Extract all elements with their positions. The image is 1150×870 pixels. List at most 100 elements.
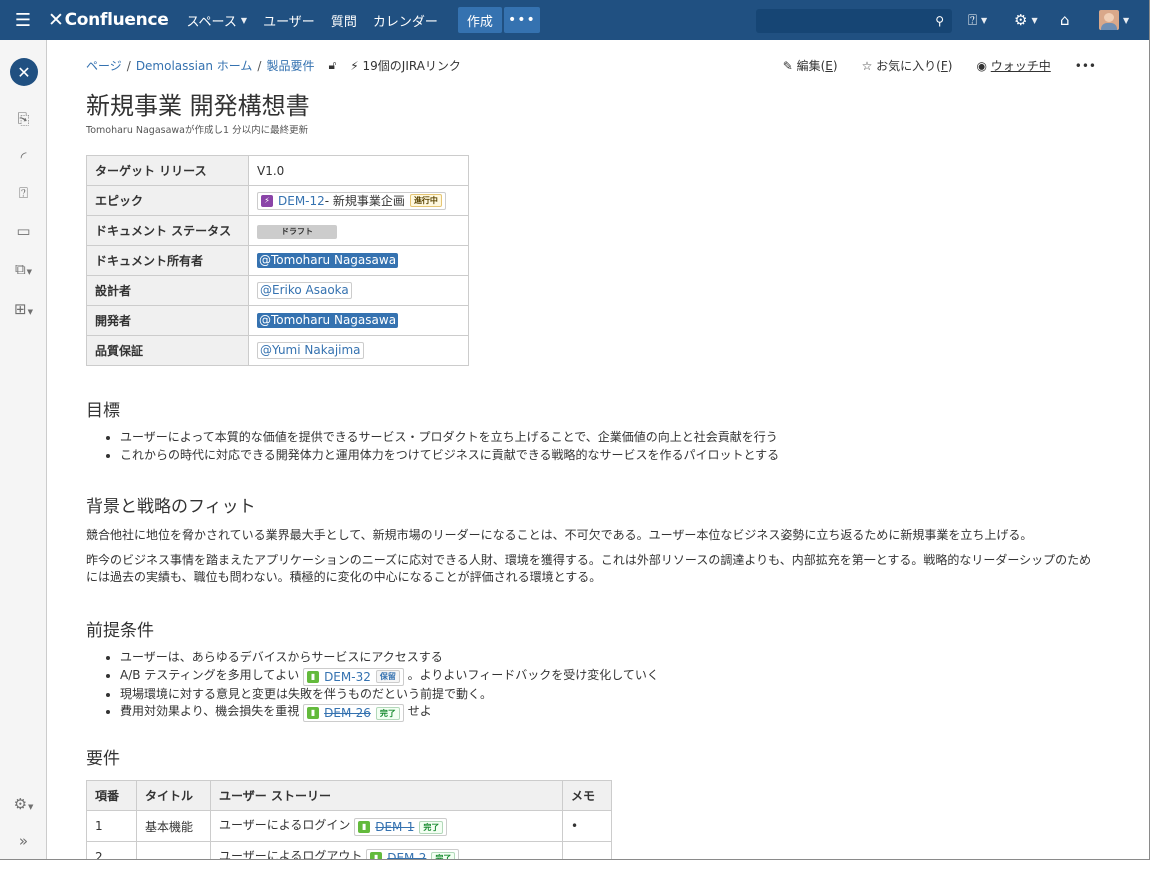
status-badge: 完了	[431, 851, 456, 859]
questions-icon[interactable]: ⍰	[0, 184, 47, 202]
table-row: 1 基本機能 ユーザーによるログイン ▮ DEM-1 完了 •	[86, 810, 612, 842]
create-more-button[interactable]: •••	[503, 7, 540, 33]
breadcrumb: ページ / Demolassian ホーム / 製品要件 🔓︎ ⚡︎ 19個のJ…	[86, 57, 461, 74]
breadcrumb-item[interactable]: 製品要件	[266, 57, 314, 74]
goals-list: ユーザーによって本質的な価値を提供できるサービス・プロダクトを立ち上げることで、…	[120, 429, 779, 464]
status-badge: 進行中	[409, 194, 442, 207]
column-header: 項番	[86, 780, 137, 811]
table-row: ドキュメント所有者 @Tomoharu Nagasawa	[86, 245, 469, 276]
search-input[interactable]: ⚲	[756, 9, 952, 33]
meta-label: 品質保証	[86, 335, 249, 366]
assumptions-heading: 前提条件	[86, 621, 154, 641]
pages-icon[interactable]: ⎘	[0, 110, 47, 128]
status-badge: ドラフト	[257, 224, 337, 239]
story-icon: ▮	[370, 852, 383, 859]
jira-issue-link[interactable]: ▮ DEM-2 完了	[366, 849, 460, 859]
favorite-button[interactable]: ☆ お気に入り(F)	[862, 57, 953, 74]
meta-label: 設計者	[86, 275, 249, 306]
gear-icon[interactable]: ⚙ ▼	[1014, 0, 1038, 40]
story-icon: ▮	[307, 670, 320, 683]
user-mention[interactable]: @Tomoharu Nagasawa	[257, 313, 399, 328]
edit-button[interactable]: ✎ 編集(E)	[783, 57, 838, 74]
story-icon: ▮	[358, 821, 371, 833]
meta-label: ドキュメント ステータス	[86, 215, 249, 246]
jira-issue-link[interactable]: ▮ DEM-32 保留	[303, 667, 404, 686]
page-actions: ✎ 編集(E) ☆ お気に入り(F) ◉ ウォッチ中 •••	[759, 57, 1096, 74]
jira-issue-link[interactable]: ▮ DEM-1 完了	[354, 818, 448, 836]
page-title: 新規事業 開発構想書	[86, 92, 310, 120]
list-item: A/B テスティングを多用してよい ▮ DEM-32 保留 。よりよいフィードバ…	[120, 667, 659, 686]
jira-links-button[interactable]: ⚡︎ 19個のJIRAリンク	[350, 57, 461, 74]
pencil-icon: ✎	[782, 59, 793, 73]
rss-icon[interactable]: ◜	[0, 148, 47, 166]
breadcrumb-item[interactable]: ページ	[86, 57, 122, 74]
table-cell: ユーザーによるログイン ▮ DEM-1 完了	[210, 810, 563, 842]
list-item: 費用対効果より、機会損失を重視 ▮ DEM-26 完了 せよ	[120, 703, 659, 722]
table-header-row: 項番 タイトル ユーザー ストーリー メモ	[86, 780, 612, 811]
document-meta-table: ターゲット リリース V1.0 エピック ⚡︎ DEM-12 - 新規事業企画 …	[86, 155, 469, 366]
list-item: ユーザーによって本質的な価値を提供できるサービス・プロダクトを立ち上げることで、…	[120, 429, 779, 447]
eye-icon: ◉	[976, 59, 987, 73]
table-row: エピック ⚡︎ DEM-12 - 新規事業企画 進行中	[86, 185, 469, 216]
table-row: 開発者 @Tomoharu Nagasawa	[86, 305, 469, 336]
search-icon: ⚲	[935, 14, 944, 28]
page-byline: Tomoharu Nagasawaが作成し1 分以内に最終更新	[86, 125, 309, 136]
nav-people[interactable]: ユーザー	[263, 11, 315, 30]
confluence-logo[interactable]: ✕ Confluence	[48, 0, 169, 40]
table-cell	[562, 841, 612, 859]
page-tree-icon[interactable]: ⊞▼	[0, 300, 47, 318]
space-logo-icon[interactable]: ✕	[10, 58, 38, 86]
background-paragraph: 競合他社に地位を脅かされている業界最大手として、新規市場のリーダーになることは、…	[86, 528, 1033, 542]
user-avatar[interactable]: ▼	[1099, 0, 1129, 40]
table-cell: •	[562, 810, 612, 842]
table-cell: 1	[86, 810, 137, 842]
shortcuts-icon[interactable]: ⧉▼	[0, 260, 47, 278]
meta-value: V1.0	[248, 155, 469, 186]
unlock-icon[interactable]: 🔓︎	[328, 58, 336, 73]
calendar-icon[interactable]: ▭	[0, 222, 47, 240]
space-tools-gear-icon[interactable]: ⚙▼	[0, 795, 47, 813]
jira-issue-link[interactable]: ▮ DEM-26 完了	[303, 704, 404, 722]
column-header: メモ	[562, 780, 612, 811]
user-mention[interactable]: @Yumi Nakajima	[257, 342, 364, 359]
top-nav: ☰ ✕ Confluence スペース ▼ ユーザー 質問 カレンダー 作成 ••…	[0, 0, 1149, 40]
list-item: これからの時代に対応できる開発体力と運用体力をつけてビジネスに貢献できる戦略的な…	[120, 447, 779, 465]
more-actions-button[interactable]: •••	[1075, 59, 1096, 73]
goals-heading: 目標	[86, 401, 120, 421]
nav-questions[interactable]: 質問	[331, 11, 357, 30]
table-cell: 2	[86, 841, 137, 859]
table-row: ターゲット リリース V1.0	[86, 155, 469, 186]
nav-calendar[interactable]: カレンダー	[373, 11, 438, 30]
requirements-table: 項番 タイトル ユーザー ストーリー メモ 1 基本機能 ユーザーによるログイン…	[86, 780, 612, 859]
meta-label: 開発者	[86, 305, 249, 336]
table-row: ドキュメント ステータス ドラフト	[86, 215, 469, 246]
table-row: 2 ユーザーによるログアウト ▮ DEM-2 完了	[86, 841, 612, 859]
create-button[interactable]: 作成	[457, 7, 502, 33]
jira-icon: ⚡︎	[350, 59, 359, 73]
nav-spaces[interactable]: スペース ▼	[186, 11, 247, 30]
column-header: タイトル	[136, 780, 211, 811]
space-sidebar: ✕ ⎘ ◜ ⍰ ▭ ⧉▼ ⊞▼ ⚙▼ »	[0, 40, 47, 859]
background-heading: 背景と戦略のフィット	[86, 497, 256, 517]
meta-label: エピック	[86, 185, 249, 216]
status-badge: 保留	[375, 670, 400, 683]
app-switcher-icon[interactable]: ☰	[0, 0, 46, 40]
breadcrumb-item[interactable]: Demolassian ホーム	[136, 57, 253, 74]
user-mention[interactable]: @Tomoharu Nagasawa	[257, 253, 399, 268]
notifications-icon[interactable]: ⌂	[1060, 0, 1070, 40]
collapse-sidebar-icon[interactable]: »	[0, 832, 47, 850]
requirements-heading: 要件	[86, 749, 120, 769]
epic-icon: ⚡︎	[261, 194, 273, 207]
watch-button[interactable]: ◉ ウォッチ中	[976, 57, 1050, 74]
jira-issue-link[interactable]: ⚡︎ DEM-12 - 新規事業企画 進行中	[257, 191, 446, 210]
table-cell: 基本機能	[136, 810, 211, 842]
user-mention[interactable]: @Eriko Asaoka	[257, 282, 352, 299]
story-icon: ▮	[307, 707, 320, 719]
status-badge: 完了	[375, 706, 400, 720]
background-paragraph: 昨今のビジネス事情を踏まえたアプリケーションのニーズに応対できる人財、環境を獲得…	[86, 553, 1092, 584]
table-row: 設計者 @Eriko Asaoka	[86, 275, 469, 306]
chevron-down-icon: ▼	[240, 15, 248, 25]
list-item: 現場環境に対する意見と変更は失敗を伴うものだという前提で動く。	[120, 686, 659, 704]
help-icon[interactable]: ⍰ ▼	[968, 0, 987, 40]
table-cell	[136, 841, 211, 859]
